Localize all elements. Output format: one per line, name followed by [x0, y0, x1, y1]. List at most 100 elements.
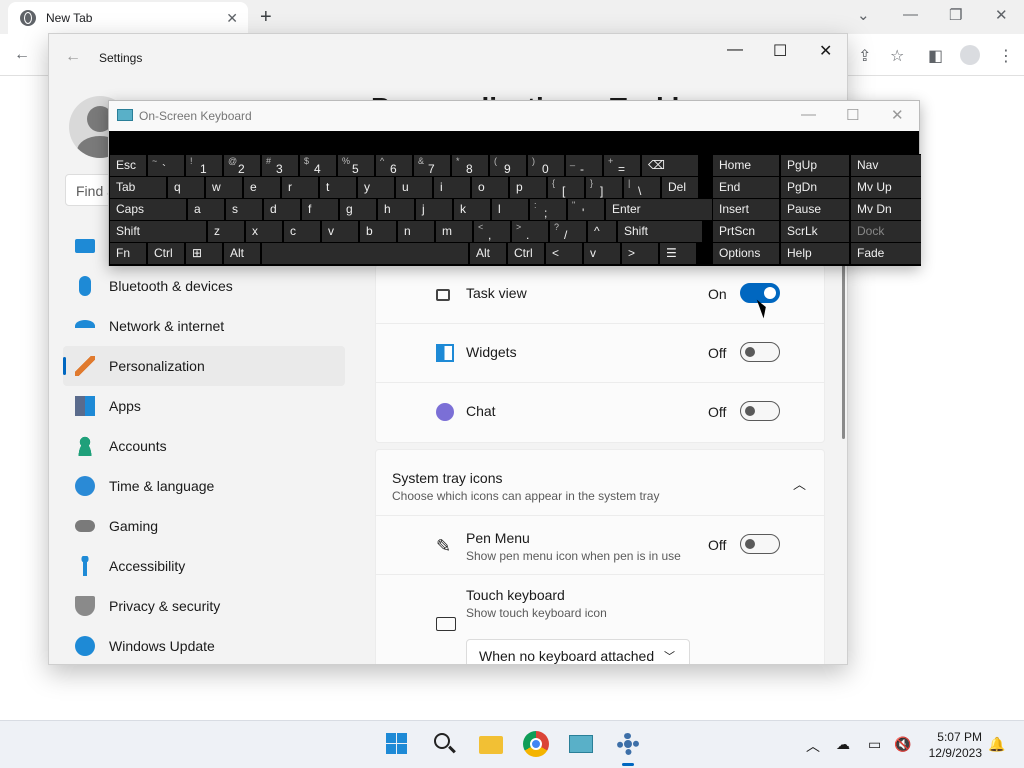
search-icon[interactable]: [432, 731, 458, 757]
touch-keyboard-dropdown[interactable]: When no keyboard attached ﹀: [466, 639, 690, 664]
osk-nav-key[interactable]: Help: [781, 243, 849, 264]
osk-key[interactable]: >: [622, 243, 658, 264]
settings-app-icon[interactable]: [615, 731, 641, 766]
osk-key[interactable]: % 5: [338, 155, 374, 176]
widgets-toggle[interactable]: [740, 342, 780, 362]
maximize-icon[interactable]: ☐: [846, 106, 859, 124]
osk-key[interactable]: Enter: [606, 199, 712, 220]
chevron-up-icon[interactable]: ︿: [806, 736, 820, 756]
star-icon[interactable]: ☆: [890, 46, 904, 66]
osk-key[interactable]: #3: [262, 155, 298, 176]
maximize-icon[interactable]: ☐: [773, 41, 787, 61]
osk-key[interactable]: <: [546, 243, 582, 264]
sidebar-item-accessibility[interactable]: Accessibility: [63, 546, 345, 586]
osk-key[interactable]: ^: [588, 221, 616, 242]
osk-key[interactable]: [262, 243, 468, 264]
osk-key[interactable]: g: [340, 199, 376, 220]
osk-key[interactable]: | \: [624, 177, 660, 198]
osk-key[interactable]: ⊞: [186, 243, 222, 264]
sidebar-item-apps[interactable]: Apps: [63, 386, 345, 426]
osk-key[interactable]: Fn: [110, 243, 146, 264]
osk-key[interactable]: ~ `: [148, 155, 184, 176]
osk-key[interactable]: Ctrl: [508, 243, 544, 264]
osk-key[interactable]: m: [436, 221, 472, 242]
osk-key[interactable]: w: [206, 177, 242, 198]
osk-key[interactable]: h: [378, 199, 414, 220]
osk-key[interactable]: t: [320, 177, 356, 198]
osk-nav-key[interactable]: Pause: [781, 199, 849, 220]
osk-key[interactable]: p: [510, 177, 546, 198]
osk-key[interactable]: & 7: [414, 155, 450, 176]
osk-key[interactable]: e: [244, 177, 280, 198]
notification-bell-icon[interactable]: 🔔: [988, 736, 1005, 753]
osk-key[interactable]: <,: [474, 221, 510, 242]
osk-key[interactable]: z: [208, 221, 244, 242]
osk-nav-key[interactable]: PgDn: [781, 177, 849, 198]
osk-key[interactable]: x: [246, 221, 282, 242]
osk-key[interactable]: v: [584, 243, 620, 264]
osk-key[interactable]: >.: [512, 221, 548, 242]
osk-key[interactable]: Del: [662, 177, 698, 198]
osk-key[interactable]: }]: [586, 177, 622, 198]
sidebar-item-windows-update[interactable]: Windows Update: [63, 626, 345, 664]
osk-key[interactable]: r: [282, 177, 318, 198]
sidebar-item-accounts[interactable]: Accounts: [63, 426, 345, 466]
osk-key[interactable]: {[: [548, 177, 584, 198]
chrome-icon[interactable]: [523, 731, 549, 757]
close-icon[interactable]: ✕: [891, 106, 904, 124]
osk-nav-key[interactable]: Mv Dn: [851, 199, 921, 220]
sidebar-item-privacy[interactable]: Privacy & security: [63, 586, 345, 626]
chat-toggle[interactable]: [740, 401, 780, 421]
osk-key[interactable]: o: [472, 177, 508, 198]
back-arrow-icon[interactable]: ←: [65, 48, 81, 66]
sidepanel-icon[interactable]: ◧: [928, 46, 943, 66]
osk-key[interactable]: s: [226, 199, 262, 220]
osk-nav-key[interactable]: Fade: [851, 243, 921, 264]
osk-nav-key[interactable]: ScrLk: [781, 221, 849, 242]
osk-nav-key[interactable]: PgUp: [781, 155, 849, 176]
osk-app-icon[interactable]: [568, 731, 594, 757]
system-tray-header[interactable]: System tray icons Choose which icons can…: [376, 450, 824, 516]
osk-key[interactable]: ) 0: [528, 155, 564, 176]
osk-key[interactable]: b: [360, 221, 396, 242]
volume-muted-icon[interactable]: 🔇: [894, 736, 911, 753]
osk-nav-key[interactable]: Home: [713, 155, 779, 176]
sidebar-item-network[interactable]: Network & internet: [63, 306, 345, 346]
osk-key[interactable]: Tab: [110, 177, 166, 198]
osk-key[interactable]: q: [168, 177, 204, 198]
new-tab-button[interactable]: +: [260, 6, 272, 29]
scrollbar[interactable]: [842, 264, 845, 439]
osk-nav-key[interactable]: Mv Up: [851, 177, 921, 198]
osk-key[interactable]: Shift: [618, 221, 702, 242]
osk-key[interactable]: Alt: [224, 243, 260, 264]
restore-icon[interactable]: ❐: [949, 6, 962, 24]
osk-key[interactable]: @2: [224, 155, 260, 176]
osk-key[interactable]: ^ 6: [376, 155, 412, 176]
osk-key[interactable]: Shift: [110, 221, 206, 242]
sidebar-item-gaming[interactable]: Gaming: [63, 506, 345, 546]
osk-key[interactable]: a: [188, 199, 224, 220]
osk-nav-key[interactable]: Dock: [851, 221, 921, 242]
osk-key[interactable]: _ -: [566, 155, 602, 176]
osk-key[interactable]: (9: [490, 155, 526, 176]
sidebar-item-bluetooth[interactable]: Bluetooth & devices: [63, 266, 345, 306]
close-icon[interactable]: ✕: [819, 41, 832, 61]
osk-nav-key[interactable]: Insert: [713, 199, 779, 220]
osk-key[interactable]: u: [396, 177, 432, 198]
close-icon[interactable]: ✕: [995, 6, 1008, 24]
osk-key[interactable]: ☰: [660, 243, 696, 264]
back-icon[interactable]: ←: [14, 46, 30, 64]
osk-key[interactable]: ⌫: [642, 155, 698, 176]
menu-icon[interactable]: ⋮: [998, 46, 1014, 66]
osk-key[interactable]: k: [454, 199, 490, 220]
osk-key[interactable]: ? /: [550, 221, 586, 242]
osk-key[interactable]: Caps: [110, 199, 186, 220]
osk-key[interactable]: ! 1: [186, 155, 222, 176]
osk-key[interactable]: i: [434, 177, 470, 198]
osk-key[interactable]: * 8: [452, 155, 488, 176]
minimize-icon[interactable]: —: [727, 41, 743, 59]
osk-key[interactable]: $4: [300, 155, 336, 176]
display-icon[interactable]: ▭: [868, 736, 881, 753]
osk-key[interactable]: v: [322, 221, 358, 242]
osk-key[interactable]: n: [398, 221, 434, 242]
